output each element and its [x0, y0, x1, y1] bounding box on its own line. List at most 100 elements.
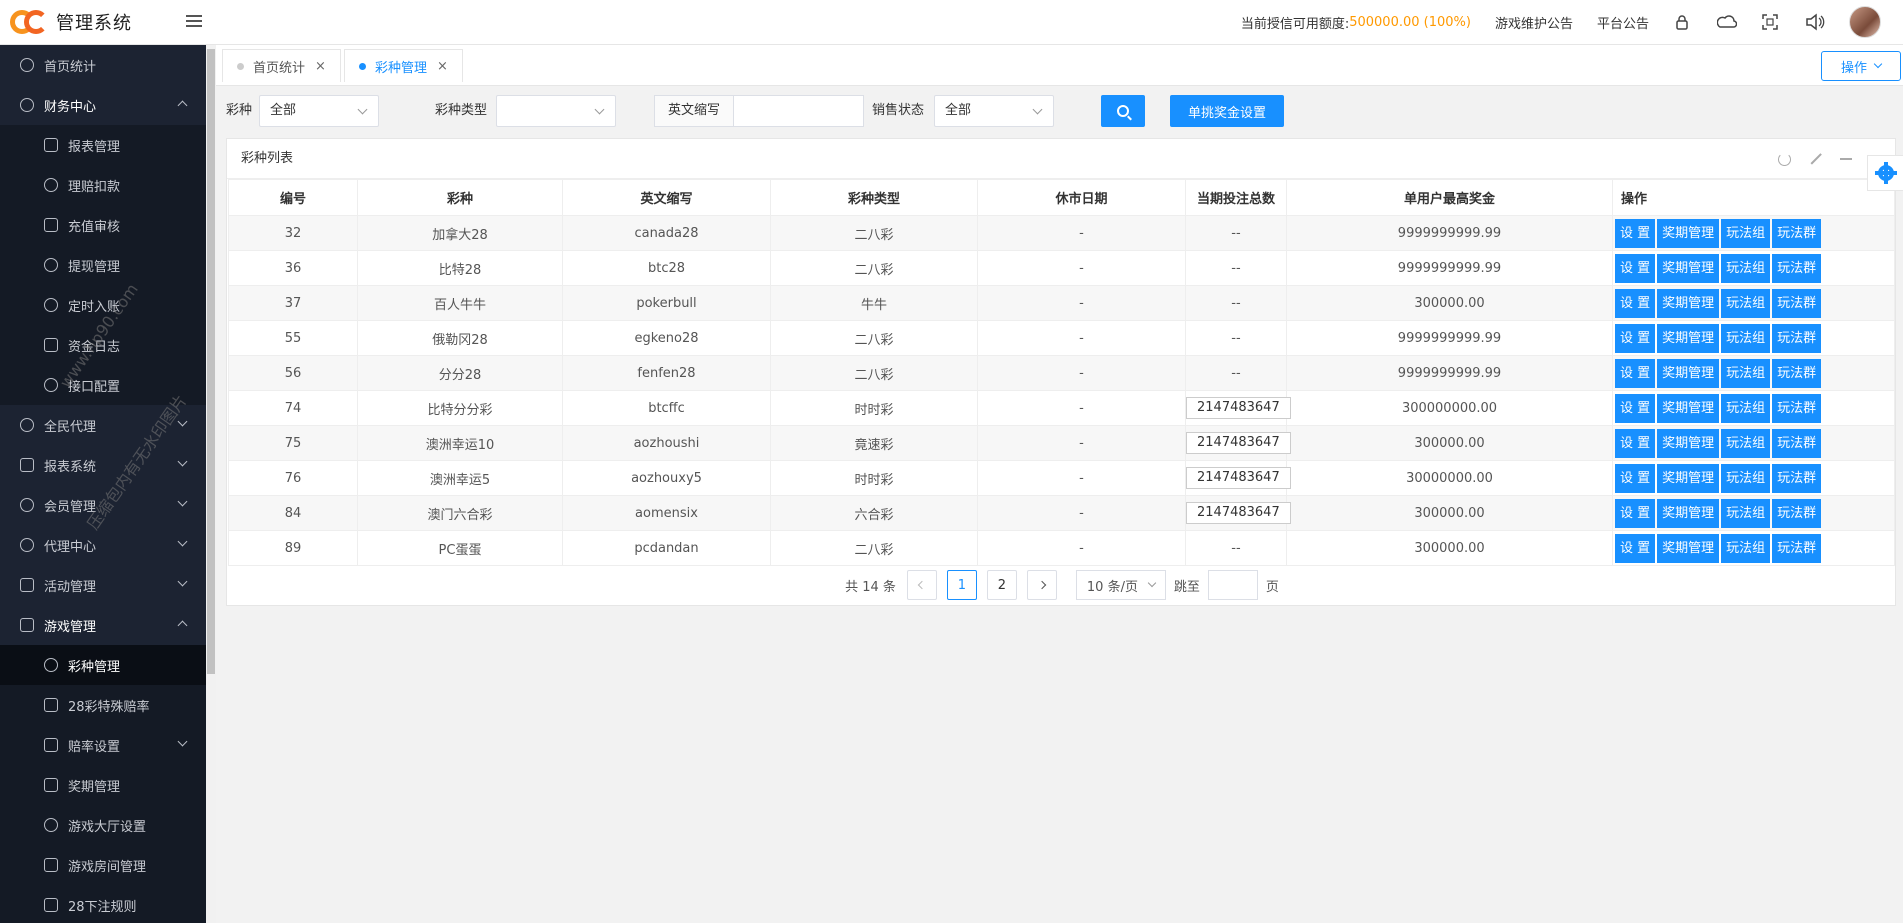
sidebar-scrollbar[interactable] [206, 45, 216, 923]
play-group-button[interactable]: 玩法组 [1721, 393, 1771, 423]
settings-button[interactable]: 设 置 [1615, 533, 1656, 563]
play-cluster-button[interactable]: 玩法群 [1772, 253, 1822, 283]
settings-button[interactable]: 设 置 [1615, 463, 1656, 493]
col-header-abbr[interactable]: 英文缩写 [562, 179, 771, 216]
operation-dropdown-button[interactable]: 操作 [1821, 51, 1901, 81]
avatar[interactable] [1849, 6, 1881, 38]
settings-button[interactable]: 设 置 [1615, 393, 1656, 423]
scrollbar-thumb[interactable] [207, 49, 215, 674]
volume-icon[interactable] [1805, 13, 1825, 31]
refresh-icon[interactable] [1778, 152, 1791, 166]
search-button[interactable] [1101, 95, 1145, 127]
bets-value-box[interactable]: 2147483647 [1186, 432, 1291, 454]
play-group-button[interactable]: 玩法组 [1721, 358, 1771, 388]
play-cluster-button[interactable]: 玩法群 [1772, 533, 1822, 563]
sidebar-item-28-odds[interactable]: 28彩特殊赔率 [0, 685, 206, 725]
play-cluster-button[interactable]: 玩法群 [1772, 428, 1822, 458]
sidebar-item-api-config[interactable]: 接口配置 [0, 365, 206, 405]
settings-float-button[interactable] [1867, 155, 1903, 191]
lock-icon[interactable] [1673, 13, 1691, 31]
next-page-button[interactable] [1026, 570, 1057, 600]
settings-button[interactable]: 设 置 [1615, 358, 1656, 388]
col-header-id[interactable]: 编号 [228, 179, 358, 216]
period-manage-button[interactable]: 奖期管理 [1657, 428, 1720, 458]
sidebar-item-recharge[interactable]: 充值审核 [0, 205, 206, 245]
expand-icon[interactable] [1809, 153, 1822, 166]
bets-value-box[interactable]: 2147483647 [1186, 397, 1291, 419]
period-manage-button[interactable]: 奖期管理 [1657, 498, 1720, 528]
sidebar-group-activity[interactable]: 活动管理 [0, 565, 206, 605]
play-group-button[interactable]: 玩法组 [1721, 288, 1771, 318]
abbr-input[interactable] [734, 95, 864, 127]
page-2-button[interactable]: 2 [986, 570, 1017, 600]
lottery-select[interactable]: 全部 [259, 95, 379, 127]
page-1-button[interactable]: 1 [946, 570, 977, 600]
period-manage-button[interactable]: 奖期管理 [1657, 533, 1720, 563]
settings-button[interactable]: 设 置 [1615, 218, 1656, 248]
sidebar-group-finance[interactable]: 财务中心 [0, 85, 206, 125]
prev-page-button[interactable] [906, 570, 937, 600]
col-header-bets[interactable]: 当期投注总数 [1185, 179, 1287, 216]
platform-notice-link[interactable]: 平台公告 [1597, 13, 1649, 32]
sidebar-group-game[interactable]: 游戏管理 [0, 605, 206, 645]
bets-value-box[interactable]: 2147483647 [1186, 467, 1291, 489]
sidebar-item-claim[interactable]: 理赔扣款 [0, 165, 206, 205]
play-group-button[interactable]: 玩法组 [1721, 428, 1771, 458]
sidebar-item-report[interactable]: 报表管理 [0, 125, 206, 165]
close-icon[interactable]: × [315, 59, 326, 74]
tab-lottery-manage[interactable]: 彩种管理 × [344, 49, 463, 82]
sidebar-item-28-rules[interactable]: 28下注规则 [0, 885, 206, 923]
play-cluster-button[interactable]: 玩法群 [1772, 463, 1822, 493]
sidebar-item-scheduled[interactable]: 定时入账 [0, 285, 206, 325]
period-manage-button[interactable]: 奖期管理 [1657, 253, 1720, 283]
fullscreen-icon[interactable] [1761, 13, 1779, 31]
sidebar-item-odds-settings[interactable]: 赔率设置 [0, 725, 206, 765]
period-manage-button[interactable]: 奖期管理 [1657, 323, 1720, 353]
minimize-icon[interactable] [1840, 153, 1853, 166]
play-group-button[interactable]: 玩法组 [1721, 218, 1771, 248]
play-cluster-button[interactable]: 玩法群 [1772, 323, 1822, 353]
play-group-button[interactable]: 玩法组 [1721, 323, 1771, 353]
settings-button[interactable]: 设 置 [1615, 498, 1656, 528]
sidebar-group-members[interactable]: 会员管理 [0, 485, 206, 525]
period-manage-button[interactable]: 奖期管理 [1657, 288, 1720, 318]
period-manage-button[interactable]: 奖期管理 [1657, 218, 1720, 248]
period-manage-button[interactable]: 奖期管理 [1657, 393, 1720, 423]
tab-home-stats[interactable]: 首页统计 × [222, 49, 341, 82]
play-group-button[interactable]: 玩法组 [1721, 498, 1771, 528]
bets-value-box[interactable]: 2147483647 [1186, 502, 1291, 524]
settings-button[interactable]: 设 置 [1615, 288, 1656, 318]
settings-button[interactable]: 设 置 [1615, 253, 1656, 283]
theme-icon[interactable] [1716, 13, 1738, 31]
settings-button[interactable]: 设 置 [1615, 428, 1656, 458]
sale-status-select[interactable]: 全部 [934, 95, 1054, 127]
page-size-select[interactable]: 10 条/页 [1075, 570, 1166, 600]
bonus-settings-button[interactable]: 单挑奖金设置 [1170, 95, 1284, 127]
period-manage-button[interactable]: 奖期管理 [1657, 358, 1720, 388]
sidebar-group-reports[interactable]: 报表系统 [0, 445, 206, 485]
col-header-type[interactable]: 彩种类型 [770, 179, 978, 216]
sidebar-item-fund-log[interactable]: 资金日志 [0, 325, 206, 365]
sidebar-group-agent-center[interactable]: 代理中心 [0, 525, 206, 565]
col-header-max-bonus[interactable]: 单用户最高奖金 [1286, 179, 1613, 216]
play-group-button[interactable]: 玩法组 [1721, 463, 1771, 493]
sidebar-item-home-stats[interactable]: 首页统计 [0, 45, 206, 85]
settings-button[interactable]: 设 置 [1615, 323, 1656, 353]
play-group-button[interactable]: 玩法组 [1721, 533, 1771, 563]
menu-fold-icon[interactable] [186, 12, 202, 28]
game-maintenance-link[interactable]: 游戏维护公告 [1495, 13, 1573, 32]
close-icon[interactable]: × [437, 59, 448, 74]
play-cluster-button[interactable]: 玩法群 [1772, 218, 1822, 248]
sidebar-item-lobby-settings[interactable]: 游戏大厅设置 [0, 805, 206, 845]
col-header-closed[interactable]: 休市日期 [977, 179, 1186, 216]
sidebar-group-agency[interactable]: 全民代理 [0, 405, 206, 445]
sidebar-item-room-manage[interactable]: 游戏房间管理 [0, 845, 206, 885]
play-cluster-button[interactable]: 玩法群 [1772, 358, 1822, 388]
jump-page-input[interactable] [1207, 570, 1258, 600]
sidebar-item-period-manage[interactable]: 奖期管理 [0, 765, 206, 805]
play-group-button[interactable]: 玩法组 [1721, 253, 1771, 283]
play-cluster-button[interactable]: 玩法群 [1772, 498, 1822, 528]
col-header-name[interactable]: 彩种 [357, 179, 563, 216]
period-manage-button[interactable]: 奖期管理 [1657, 463, 1720, 493]
sidebar-item-lottery-manage[interactable]: 彩种管理 [0, 645, 206, 685]
